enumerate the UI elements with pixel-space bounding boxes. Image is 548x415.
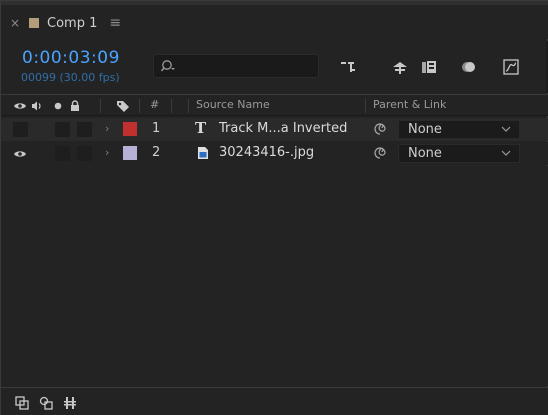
frame-count-display: 00099 (30.00 fps): [21, 71, 120, 84]
label-color-swatch[interactable]: [123, 146, 137, 160]
current-time-display[interactable]: 0:00:03:09: [22, 48, 120, 68]
graph-editor-icon[interactable]: [501, 57, 521, 77]
timeline-footer: [1, 387, 548, 415]
solo-toggle[interactable]: [55, 146, 70, 161]
layer-row[interactable]: › 2 30243416-.jpg None: [1, 142, 548, 165]
column-parent-link[interactable]: Parent & Link: [373, 98, 446, 111]
video-toggle[interactable]: [13, 122, 28, 137]
lock-toggle[interactable]: [77, 146, 92, 161]
column-divider: [100, 99, 101, 113]
toggle-layer-switches-icon[interactable]: [15, 396, 29, 410]
close-tab-icon[interactable]: ×: [9, 16, 21, 30]
label-tag-icon[interactable]: [116, 99, 130, 113]
layer-number: 1: [152, 121, 161, 136]
audio-speaker-icon[interactable]: [30, 99, 44, 113]
solo-dot-icon[interactable]: [51, 99, 65, 113]
video-eye-icon[interactable]: [13, 147, 27, 161]
lock-toggle[interactable]: [77, 122, 92, 137]
expand-chevron-icon[interactable]: ›: [105, 146, 109, 159]
toggle-in-out-icon[interactable]: [63, 396, 77, 410]
timeline-panel: × Comp 1 ≡ 0:00:03:09 00099 (30.00 fps): [0, 0, 548, 415]
parent-value: None: [408, 146, 442, 161]
layer-row[interactable]: › 1 T Track M...a Inverted None: [1, 118, 548, 141]
timeline-controls: 0:00:03:09 00099 (30.00 fps): [1, 41, 548, 93]
comp-color-swatch: [29, 18, 39, 28]
parent-value: None: [408, 122, 442, 137]
motion-blur-icon[interactable]: [459, 57, 479, 77]
parent-dropdown[interactable]: None: [398, 120, 520, 139]
column-divider: [365, 99, 366, 113]
column-source-name[interactable]: Source Name: [196, 98, 270, 111]
chevron-down-icon: [501, 126, 511, 132]
draft-3d-icon[interactable]: [390, 57, 410, 77]
parent-dropdown[interactable]: None: [398, 144, 520, 163]
layer-column-header: # Source Name Parent & Link: [1, 94, 548, 116]
comp-flowchart-icon[interactable]: [338, 57, 358, 77]
search-icon: [160, 60, 175, 72]
layer-name[interactable]: Track M...a Inverted: [219, 121, 347, 136]
tab-label[interactable]: Comp 1: [47, 16, 97, 31]
column-divider: [139, 99, 140, 113]
layer-name[interactable]: 30243416-.jpg: [219, 145, 314, 160]
expand-chevron-icon[interactable]: ›: [105, 122, 109, 135]
panel-menu-icon[interactable]: ≡: [109, 15, 121, 31]
panel-tab-bar: × Comp 1 ≡: [1, 5, 548, 42]
tab-comp[interactable]: × Comp 1 ≡: [9, 11, 121, 35]
layer-list-empty-area[interactable]: [1, 166, 548, 386]
column-number[interactable]: #: [150, 98, 159, 111]
lock-icon[interactable]: [68, 99, 82, 113]
solo-toggle[interactable]: [55, 122, 70, 137]
column-divider: [171, 99, 172, 113]
pick-whip-icon[interactable]: [373, 146, 387, 160]
search-input[interactable]: [153, 54, 319, 78]
frame-blending-icon[interactable]: [419, 57, 439, 77]
video-eye-icon[interactable]: [13, 99, 27, 113]
chevron-down-icon: [501, 150, 511, 156]
pick-whip-icon[interactable]: [373, 122, 387, 136]
column-divider: [188, 99, 189, 113]
label-color-swatch[interactable]: [123, 122, 137, 136]
text-layer-icon: T: [195, 119, 207, 137]
toggle-transfer-controls-icon[interactable]: [39, 396, 53, 410]
layer-number: 2: [152, 145, 161, 160]
image-file-icon: [198, 147, 208, 159]
